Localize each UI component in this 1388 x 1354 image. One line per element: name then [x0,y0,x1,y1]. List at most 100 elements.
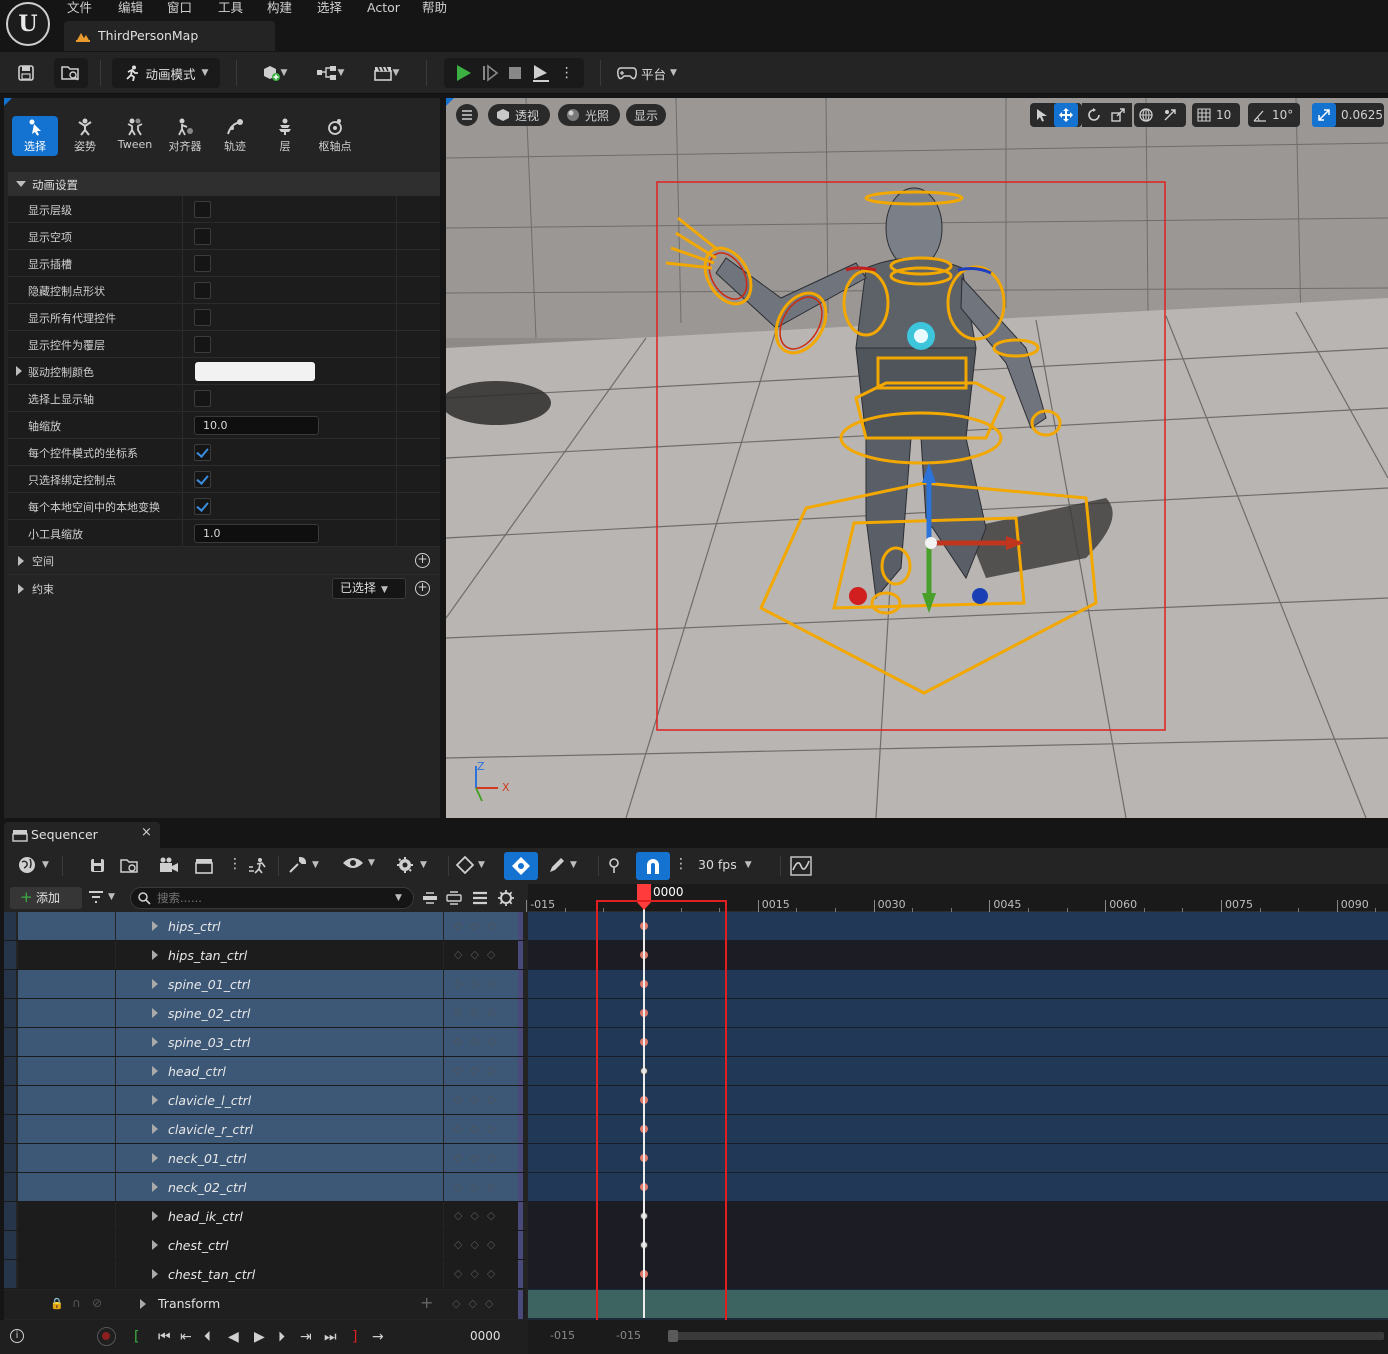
timeline-scrollbar[interactable] [668,1332,1384,1340]
rotate-tool-icon[interactable] [1082,103,1106,127]
expand-arrow-icon[interactable] [152,1153,158,1163]
track-row[interactable]: hips_ctrl ◇◇◇ [4,912,526,941]
key-nav-icons[interactable]: ◇◇◇ [444,1260,518,1288]
key-nav-icons[interactable]: ◇◇◇ [444,1028,518,1056]
move-tool-icon[interactable] [1054,103,1078,127]
expand-arrow-icon[interactable] [152,950,158,960]
disable-icon[interactable]: ⊘ [92,1296,102,1310]
add-track-button[interactable]: + 添加 [10,887,82,909]
track-row[interactable]: hips_tan_ctrl ◇◇◇ [4,941,526,970]
filter-dropdown[interactable]: ▼ [88,890,115,904]
key-nav-icons[interactable]: ◇◇◇ [444,1231,518,1259]
lock-icon[interactable]: 🔒 [50,1297,64,1310]
track-row[interactable]: head_ctrl ◇◇◇ [4,1057,526,1086]
collapse-icon[interactable] [422,891,438,905]
level-tab[interactable]: ThirdPersonMap [64,21,275,51]
gizmo-scale-input[interactable]: 1.0 [194,524,319,543]
play-icon[interactable] [454,64,472,82]
playback-options-dropdown[interactable]: ▼ [396,856,427,874]
coord-system-per-widget-checkbox[interactable] [194,444,211,461]
show-sockets-checkbox[interactable] [194,255,211,272]
curve-editor-icon[interactable] [790,856,812,876]
track-search-input[interactable]: 搜索...... ▼ [130,887,414,909]
mode-pivot[interactable]: 枢轴点 [312,116,358,156]
range-end-icon[interactable]: ] [352,1328,357,1346]
key-nav-icons[interactable]: ◇◇◇ [444,999,518,1027]
edit-mode-dropdown[interactable]: ▼ [548,856,577,874]
mode-pose[interactable]: 姿势 [62,116,108,156]
space-section[interactable]: 空间 + [8,547,440,574]
browse-folder-icon[interactable] [120,857,140,875]
expand-arrow-icon[interactable] [152,1037,158,1047]
viewport-menu-button[interactable] [456,104,478,126]
surface-snap-icon[interactable] [1158,103,1182,127]
mode-trail[interactable]: 轨迹 [212,116,258,156]
prev-key-icon[interactable]: ⇤ [180,1328,192,1346]
snap-options-icon[interactable]: ⋮ [674,856,688,872]
blueprint-button[interactable]: ▼ [310,58,350,88]
list-icon[interactable] [472,891,488,905]
show-hierarchy-checkbox[interactable] [194,201,211,218]
mode-aligner[interactable]: 对齐器 [162,116,208,156]
add-actor-button[interactable]: ▼ [254,58,294,88]
track-row[interactable]: chest_ctrl ◇◇◇ [4,1231,526,1260]
constraint-filter-dropdown[interactable]: 已选择 ▼ [332,578,406,599]
hide-control-shapes-checkbox[interactable] [194,282,211,299]
drive-control-color-swatch[interactable] [195,362,315,381]
mode-dropdown[interactable]: 动画模式 ▼ [112,58,220,88]
info-icon[interactable]: i [10,1329,24,1343]
menu-tools[interactable]: 工具 [218,0,243,16]
show-axes-on-selection-checkbox[interactable] [194,390,211,407]
track-row[interactable]: spine_02_ctrl ◇◇◇ [4,999,526,1028]
local-transforms-checkbox[interactable] [194,498,211,515]
scale-snap-toggle[interactable]: 0.0625 [1312,103,1384,127]
menu-build[interactable]: 构建 [267,0,292,16]
camera-icon[interactable] [159,857,179,875]
expand-arrow-icon[interactable] [152,1066,158,1076]
more-options-icon[interactable]: ⋮ [560,65,574,81]
add-constraint-icon[interactable]: + [415,581,430,596]
track-row[interactable]: clavicle_r_ctrl ◇◇◇ [4,1115,526,1144]
next-key-icon[interactable]: ⇥ [300,1328,312,1346]
track-row[interactable]: neck_02_ctrl ◇◇◇ [4,1173,526,1202]
key-nav-icons[interactable]: ◇◇◇ [444,912,518,940]
mode-select[interactable]: 选择 [12,116,58,156]
only-select-rig-controls-checkbox[interactable] [194,471,211,488]
anim-settings-header[interactable]: 动画设置 [8,172,440,196]
render-movie-icon[interactable] [194,857,214,875]
step-back-icon[interactable]: ⏴ [204,1328,211,1346]
show-nulls-checkbox[interactable] [194,228,211,245]
mode-tween[interactable]: Tween [112,116,158,156]
stop-icon[interactable] [507,65,523,81]
range-start-icon[interactable]: [ [134,1328,139,1346]
expand-arrow-icon[interactable] [152,1240,158,1250]
key-nav-icons[interactable]: ◇◇◇ [444,1115,518,1143]
select-tool-icon[interactable] [1030,103,1054,127]
more-options-icon[interactable]: ⋮ [228,856,242,872]
jump-to-end-icon[interactable]: ⏭ [324,1328,337,1346]
perspective-button[interactable]: 透视 [488,104,550,126]
view-options-dropdown[interactable]: ▼ [342,856,375,870]
expand-arrow-icon[interactable] [152,1008,158,1018]
show-controls-as-overlay-checkbox[interactable] [194,336,211,353]
add-space-icon[interactable]: + [415,553,430,568]
actor-to-sequencer-icon[interactable] [248,857,268,875]
expand-arrow-icon[interactable] [152,1095,158,1105]
headphones-icon[interactable]: ∩ [72,1296,81,1310]
key-nav-icons[interactable]: ◇◇◇ [444,1202,518,1230]
constraint-section[interactable]: 约束 已选择 ▼ + [8,574,440,601]
menu-edit[interactable]: 编辑 [118,0,143,16]
expand-arrow-icon[interactable] [152,1124,158,1134]
world-coords-icon[interactable] [1134,103,1158,127]
mode-layer[interactable]: 层 [262,116,308,156]
grid-snap-toggle[interactable]: 10 [1192,103,1240,127]
add-key-icon[interactable]: + [420,1293,433,1312]
track-row[interactable]: spine_01_ctrl ◇◇◇ [4,970,526,999]
key-nav-icons[interactable]: ◇◇◇ [444,1057,518,1085]
platform-dropdown[interactable]: 平台 ▼ [612,58,682,88]
level-viewport[interactable]: Z X 透视 光照 显示 10 10° 0.0625 [446,98,1388,818]
eject-icon[interactable] [531,64,551,82]
expand-arrow-icon[interactable] [152,921,158,931]
cinematics-button[interactable]: ▼ [366,58,406,88]
expand-icon[interactable] [446,891,462,905]
